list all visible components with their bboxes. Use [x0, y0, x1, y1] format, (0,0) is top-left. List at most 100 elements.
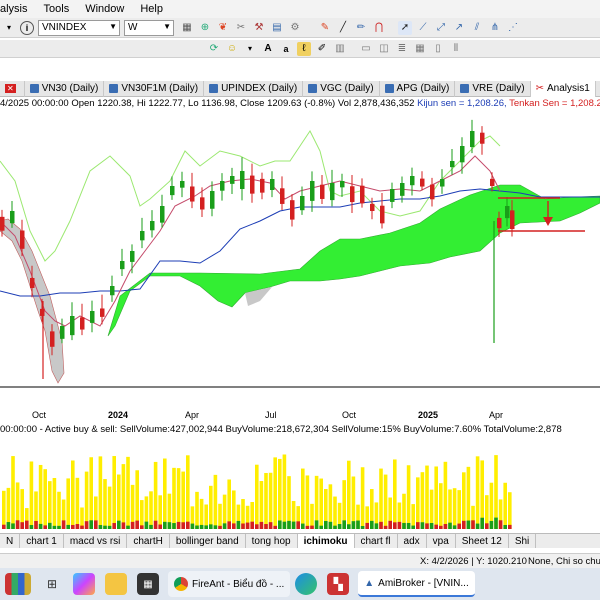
hammer-icon[interactable]: ⚒ — [252, 21, 266, 35]
tab-vn30f1m[interactable]: VN30F1M (Daily) — [104, 80, 205, 97]
sheet-tab[interactable]: N — [0, 534, 21, 548]
volume-bar — [264, 473, 268, 529]
list-icon[interactable]: ≣ — [395, 42, 409, 56]
volume-split-bar — [287, 520, 291, 529]
volume-split-bar — [15, 520, 20, 529]
bars-icon[interactable]: ▯ — [431, 42, 445, 56]
sheet-tab[interactable]: chart 1 — [20, 534, 64, 548]
volume-split-bar — [489, 520, 494, 529]
columns-icon[interactable]: ⦀ — [449, 42, 463, 56]
dropdown-arrow-icon[interactable]: ▾ — [243, 42, 257, 56]
tab-apg[interactable]: APG (Daily) — [380, 80, 456, 97]
sheet-tab[interactable]: chart fl — [355, 534, 398, 548]
sheet-tab[interactable]: tong hop — [246, 534, 298, 548]
tab-vre[interactable]: VRE (Daily) — [455, 80, 531, 97]
text-a-icon[interactable]: A — [261, 42, 275, 56]
grid-icon[interactable]: ▦ — [180, 21, 194, 35]
store-icon[interactable]: ▦ — [137, 573, 159, 595]
marker-icon[interactable]: ✐ — [315, 42, 329, 56]
ray-icon[interactable]: ⤢ — [434, 21, 448, 35]
x-tick-label: Oct — [32, 410, 47, 420]
heart-icon[interactable]: ❦ — [216, 21, 230, 35]
ohlc-text: 4/2025 00:00:00 Open 1220.38, Hi 1222.77… — [0, 98, 415, 109]
copilot-icon[interactable] — [73, 573, 95, 595]
dropdown-arrow-icon[interactable]: ▾ — [2, 21, 16, 35]
refresh-icon[interactable]: ⟳ — [207, 42, 221, 56]
interval-combo[interactable]: W ▼ — [124, 19, 174, 36]
magnet-icon[interactable]: ⋂ — [372, 21, 386, 35]
text-small-a-icon[interactable]: a — [279, 42, 293, 56]
volume-split-bar — [158, 524, 162, 529]
sheet-tab[interactable]: bollinger band — [170, 534, 246, 548]
folder-icon[interactable] — [105, 573, 127, 595]
line-icon[interactable]: ╱ — [336, 21, 350, 35]
amibroker-window[interactable]: ▲ AmiBroker - [VNIN... — [358, 571, 475, 597]
sheet-tab[interactable]: adx — [398, 534, 427, 548]
books-icon[interactable] — [5, 573, 31, 595]
menu-tools[interactable]: Tools — [44, 3, 70, 15]
table-icon[interactable]: ▥ — [333, 42, 347, 56]
fork-icon[interactable]: ⋔ — [488, 21, 502, 35]
tab-vn30[interactable]: VN30 (Daily) — [25, 80, 105, 97]
price-info-line: 4/2025 00:00:00 Open 1220.38, Hi 1222.77… — [0, 98, 600, 111]
volume-chart[interactable] — [0, 437, 600, 531]
sheet-tab[interactable]: vpa — [427, 534, 456, 548]
fan-icon[interactable]: ⋰ — [506, 21, 520, 35]
volume-split-bar — [393, 522, 397, 529]
chart-icon[interactable]: ▤ — [270, 21, 284, 35]
edge-icon[interactable] — [295, 573, 318, 595]
volume-split-bar — [80, 525, 84, 529]
volume-bar — [186, 455, 190, 529]
fireant-label: FireAnt - Biểu đồ - ... — [192, 578, 285, 590]
arrow-line-icon[interactable]: ↗ — [452, 21, 466, 35]
sheet-tab[interactable]: chartH — [127, 534, 170, 548]
pencil-icon[interactable]: ✏ — [354, 21, 368, 35]
volume-split-bar — [388, 520, 392, 529]
volume-bar — [209, 485, 213, 529]
note-icon[interactable]: ▭ — [359, 42, 373, 56]
calendar-icon[interactable]: ▦ — [413, 42, 427, 56]
volume-split-bar — [89, 520, 93, 529]
zoom-in-icon[interactable]: ⊕ — [198, 21, 212, 35]
tab-label: VN30F1M (Daily) — [121, 83, 199, 94]
volume-split-bar — [397, 521, 402, 529]
pen-icon[interactable]: ✎ — [318, 21, 332, 35]
fireant-window[interactable]: FireAnt - Biểu đồ - ... — [168, 571, 291, 597]
info-icon[interactable]: i — [20, 20, 34, 35]
menu-help[interactable]: Help — [140, 3, 163, 15]
sheet-tab[interactable]: Sheet 12 — [456, 534, 509, 548]
taskview-icon[interactable]: ⊞ — [41, 573, 63, 595]
pen-draw-icon[interactable]: ℓ — [297, 41, 311, 56]
cursor-icon[interactable]: ➚ — [398, 20, 412, 35]
volume-split-bar — [411, 525, 415, 529]
close-icon[interactable]: ✕ — [5, 84, 16, 93]
volume-bar — [199, 498, 204, 529]
volume-split-bar — [434, 524, 438, 529]
tab-vgc[interactable]: VGC (Daily) — [303, 80, 380, 97]
symbol-combo[interactable]: VNINDEX ▼ — [38, 19, 120, 36]
volume-split-bar — [11, 523, 15, 529]
scissors-icon[interactable]: ✂ — [234, 21, 248, 35]
sheet-tab[interactable]: macd vs rsi — [64, 534, 128, 548]
tab-analysis1[interactable]: ✂ Analysis1 — [530, 80, 596, 97]
candle-body — [470, 131, 475, 148]
tab-upindex[interactable]: UPINDEX (Daily) — [204, 80, 304, 97]
tiles-icon[interactable]: ▚ — [327, 573, 350, 595]
price-chart[interactable] — [0, 111, 600, 408]
volume-bar — [333, 496, 337, 529]
tab-close[interactable]: ✕ — [0, 80, 25, 97]
volume-bar — [38, 464, 43, 529]
volume-bar — [218, 503, 222, 529]
sheet-tab[interactable]: ichimoku — [297, 534, 355, 548]
window-icon[interactable]: ◫ — [377, 42, 391, 56]
trendline-icon[interactable]: ⟋ — [416, 21, 430, 35]
sheet-tabs: Nchart 1 macd vs rsi chartH bollinger band t… — [0, 533, 600, 548]
volume-split-bar — [204, 525, 208, 529]
tool-icon[interactable]: ⚙ — [288, 21, 302, 35]
sheet-tab[interactable]: Shi — [509, 534, 537, 548]
smiley-icon[interactable]: ☺ — [225, 42, 239, 56]
menu-analysis[interactable]: alysis — [0, 3, 28, 15]
channel-icon[interactable]: ⫽ — [470, 21, 484, 35]
volume-split-bar — [61, 520, 66, 529]
menu-window[interactable]: Window — [85, 3, 124, 15]
